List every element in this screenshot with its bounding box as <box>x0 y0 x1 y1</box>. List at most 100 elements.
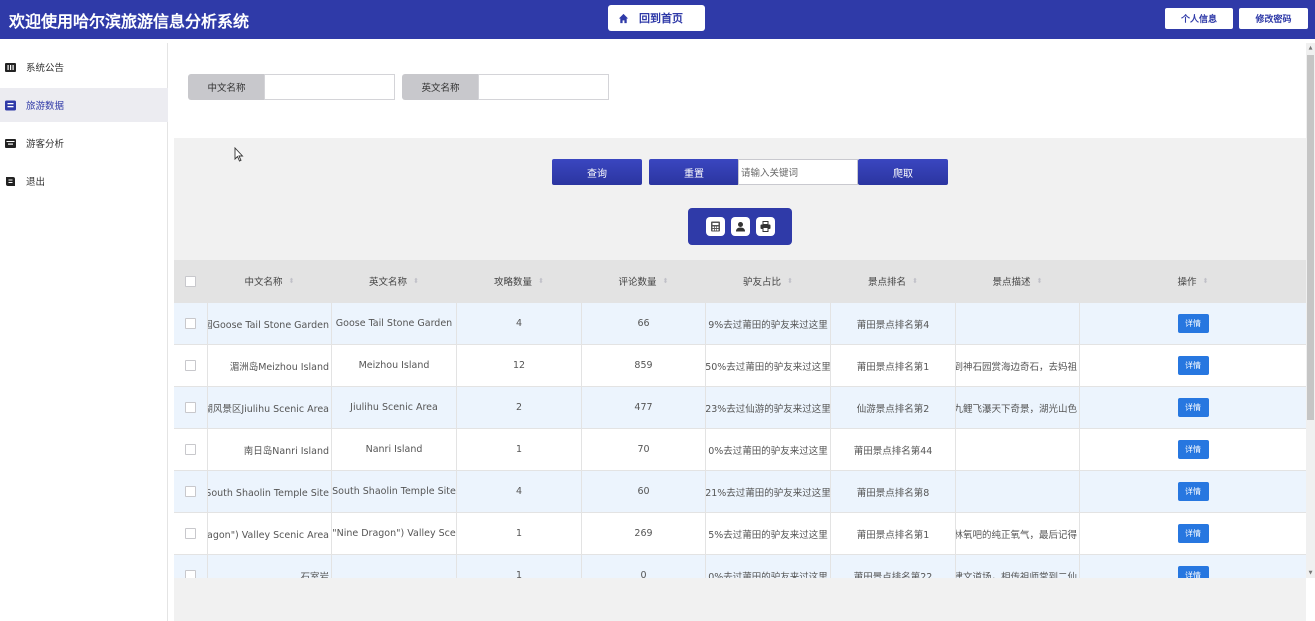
table-cell-guides: 1 <box>457 429 582 470</box>
column-header[interactable]: 中文名称 ⬍ <box>208 260 332 302</box>
sort-icon: ⬍ <box>538 277 544 285</box>
row-checkbox[interactable] <box>185 318 196 329</box>
sidebar: 系统公告 旅游数据 游客分析 退出 <box>0 43 168 621</box>
cn-name-input[interactable] <box>264 74 395 100</box>
detail-button[interactable]: 详情 <box>1177 566 1209 578</box>
detail-button[interactable]: 详情 <box>1177 356 1209 375</box>
column-header[interactable]: 景点排名 ⬍ <box>831 260 956 302</box>
notice-icon <box>5 62 16 73</box>
column-header-label: 景点排名 <box>868 277 907 288</box>
action-cell: 详情 <box>1080 555 1306 578</box>
table-row: 九鲤湖风景区Jiulihu Scenic AreaJiulihu Scenic … <box>174 387 1306 429</box>
table-row: 鹅尾神石园Goose Tail Stone GardenGoose Tail S… <box>174 303 1306 345</box>
select-all-cell <box>174 260 208 302</box>
table-cell-desc: 去湄洲岛，到神石园赏海边奇石，去妈祖 <box>956 345 1080 386</box>
data-icon <box>5 100 16 111</box>
action-cell: 详情 <box>1080 303 1306 344</box>
table-row: 南少林寺遗址South Shaolin Temple SiteSouth Sha… <box>174 471 1306 513</box>
sort-icon: ⬍ <box>288 277 295 285</box>
sort-icon: ⬍ <box>413 277 419 285</box>
column-header-label: 评论数量 <box>618 277 657 288</box>
row-checkbox[interactable] <box>185 570 196 578</box>
change-password-button[interactable]: 修改密码 <box>1239 8 1308 29</box>
keyword-input[interactable]: 请输入关键词 <box>738 159 858 185</box>
table-cell-cn: 九鲤湖风景区Jiulihu Scenic Area <box>208 387 332 428</box>
sidebar-item-notice[interactable]: 系统公告 <box>0 50 168 84</box>
table-cell-cn: 南少林寺遗址South Shaolin Temple Site <box>208 471 332 512</box>
table-cell-ratio: 0%去过莆田的驴友来过这里 <box>706 555 831 578</box>
column-header-label: 驴友占比 <box>743 277 782 288</box>
action-cell: 详情 <box>1080 429 1306 470</box>
sidebar-item-label: 系统公告 <box>26 63 65 74</box>
table-cell-rank: 莆田景点排名第4 <box>831 303 956 344</box>
vertical-scrollbar[interactable]: ▲ ▼ <box>1306 43 1315 578</box>
table-cell-guides: 1 <box>457 513 582 554</box>
table-toolbar <box>688 208 792 245</box>
column-header[interactable]: 攻略数量 ⬍ <box>457 260 582 302</box>
table-cell-rank: 莆田景点排名第8 <box>831 471 956 512</box>
detail-button[interactable]: 详情 <box>1177 524 1209 543</box>
sidebar-item-label: 游客分析 <box>26 139 65 150</box>
row-select-cell <box>174 471 208 512</box>
table-cell-comments: 66 <box>582 303 706 344</box>
column-header-label: 景点描述 <box>992 277 1031 288</box>
table-cell-cn: 九龙谷Jiulong ("Nine Dragon") Valley Scenic… <box>208 513 332 554</box>
row-checkbox[interactable] <box>185 486 196 497</box>
sort-icon: ⬍ <box>662 277 669 285</box>
detail-button[interactable]: 详情 <box>1177 314 1209 333</box>
detail-button[interactable]: 详情 <box>1177 440 1209 459</box>
sidebar-item-visitor-analysis[interactable]: 游客分析 <box>0 126 168 160</box>
column-header[interactable]: 评论数量 ⬍ <box>582 260 706 302</box>
column-header[interactable]: 英文名称 ⬍ <box>332 260 457 302</box>
column-header-label: 攻略数量 <box>494 277 533 288</box>
table-cell-rank: 莆田景点排名第22 <box>831 555 956 578</box>
row-checkbox[interactable] <box>185 360 196 371</box>
table-cell-desc: 创建文道场，相传祖师常到二仙 <box>956 555 1080 578</box>
column-header[interactable]: 驴友占比 ⬍ <box>706 260 831 302</box>
table-row: 南日岛Nanri Island Nanri Island 1 70 0%去过莆田的驴友来… <box>174 429 1306 471</box>
table-cell-cn: 石室岩 <box>208 555 332 578</box>
row-checkbox[interactable] <box>185 444 196 455</box>
en-name-input[interactable] <box>478 74 609 100</box>
calculator-icon[interactable] <box>705 217 725 236</box>
user-icon[interactable] <box>730 217 750 236</box>
table-cell-ratio: 23%去过仙游的驴友来过这里 <box>706 387 831 428</box>
detail-button[interactable]: 详情 <box>1177 482 1209 501</box>
sidebar-item-travel-data[interactable]: 旅游数据 <box>0 88 168 122</box>
scroll-down-icon[interactable]: ▼ <box>1306 568 1315 578</box>
row-checkbox[interactable] <box>185 528 196 539</box>
query-button[interactable]: 查询 <box>552 159 642 185</box>
detail-button[interactable]: 详情 <box>1177 398 1209 417</box>
sidebar-item-logout[interactable]: 退出 <box>0 164 168 198</box>
table-cell-comments: 70 <box>582 429 706 470</box>
print-icon[interactable] <box>755 217 775 236</box>
scrollbar-thumb[interactable] <box>1307 55 1314 420</box>
table-cell-guides: 4 <box>457 303 582 344</box>
select-all-checkbox[interactable] <box>185 275 196 287</box>
column-header[interactable]: 操作 ⬍ <box>1080 260 1306 302</box>
table-cell-ratio: 5%去过莆田的驴友来过这里 <box>706 513 831 554</box>
mouse-cursor-icon <box>234 146 244 165</box>
profile-button[interactable]: 个人信息 <box>1165 8 1233 29</box>
table-cell-cn: 湄洲岛Meizhou Island <box>208 345 332 386</box>
crawl-button[interactable]: 爬取 <box>858 159 948 185</box>
table-cell-guides: 1 <box>457 555 582 578</box>
table-cell-desc <box>956 303 1080 344</box>
table-cell-en: Jiulihu Scenic Area <box>332 387 457 428</box>
reset-button[interactable]: 重置 <box>649 159 739 185</box>
data-table: 中文名称 ⬍ 英文名称 ⬍ 攻略数量 ⬍ 评论数量 ⬍ 驴友占比 ⬍ 景点排名 ⬍ 景点描述… <box>174 260 1306 578</box>
row-select-cell <box>174 429 208 470</box>
logout-icon <box>5 176 16 187</box>
table-cell-comments: 477 <box>582 387 706 428</box>
search-panel: 中文名称 英文名称 <box>174 43 1306 138</box>
home-button[interactable]: 回到首页 <box>608 5 705 31</box>
column-header[interactable]: 景点描述 ⬍ <box>956 260 1080 302</box>
table-row: 湄洲岛Meizhou Island Meizhou Island 12 859 50%去… <box>174 345 1306 387</box>
scroll-up-icon[interactable]: ▲ <box>1306 43 1315 53</box>
table-cell-comments: 60 <box>582 471 706 512</box>
column-header-label: 中文名称 <box>244 277 283 288</box>
home-button-label: 回到首页 <box>639 12 683 25</box>
sidebar-item-label: 退出 <box>26 177 46 188</box>
sidebar-item-label: 旅游数据 <box>26 101 65 112</box>
row-checkbox[interactable] <box>185 402 196 413</box>
